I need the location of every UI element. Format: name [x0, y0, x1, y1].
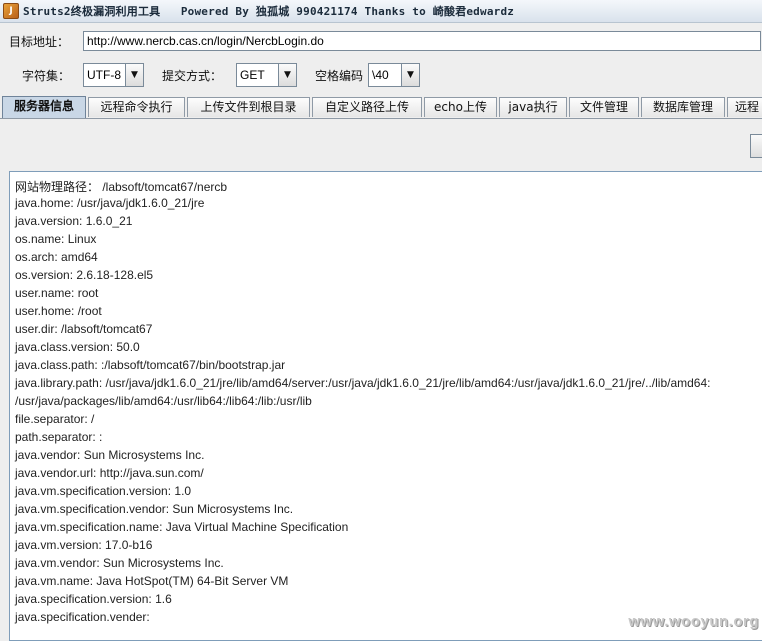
method-value: GET [240, 68, 265, 82]
tab-bar: 服务器信息 远程命令执行 上传文件到根目录 自定义路径上传 echo上传 jav… [0, 96, 762, 118]
method-label: 提交方式： [162, 69, 223, 83]
output-line: java.vm.specification.name: Java Virtual… [15, 520, 349, 534]
tab-java-exec[interactable]: java执行 [499, 97, 567, 117]
output-line: os.version: 2.6.18-128.el5 [15, 268, 154, 282]
chevron-down-icon[interactable]: ▼ [125, 64, 143, 86]
tab-file-manager[interactable]: 文件管理 [569, 97, 639, 117]
chevron-down-icon[interactable]: ▼ [278, 64, 296, 86]
tab-upload-root[interactable]: 上传文件到根目录 [187, 97, 310, 117]
output-line: java.class.path: :/labsoft/tomcat67/bin/… [15, 358, 286, 372]
output-line: java.version: 1.6.0_21 [15, 214, 133, 228]
output-line: java.vendor.url: http://java.sun.com/ [15, 466, 204, 480]
charset-select[interactable]: UTF-8 ▼ [83, 63, 144, 87]
output-line: user.home: /root [15, 304, 102, 318]
output-line: java.library.path: /usr/java/jdk1.6.0_21… [15, 376, 711, 390]
output-line: user.name: root [15, 286, 99, 300]
action-button[interactable] [750, 134, 762, 158]
output-line: java.specification.vender: [15, 610, 150, 624]
tab-divider [0, 118, 762, 119]
output-line: java.specification.version: 1.6 [15, 592, 172, 606]
space-encoding-value: \40 [372, 68, 389, 82]
output-line: java.vm.specification.version: 1.0 [15, 484, 192, 498]
output-line: file.separator: / [15, 412, 95, 426]
chevron-down-icon[interactable]: ▼ [401, 64, 419, 86]
output-line: java.class.version: 50.0 [15, 340, 140, 354]
tab-remote-command[interactable]: 远程命令执行 [88, 97, 185, 117]
java-coffee-icon: J [3, 3, 19, 19]
output-line: java.vm.name: Java HotSpot(TM) 64-Bit Se… [15, 574, 289, 588]
output-line: /usr/java/packages/lib/amd64:/usr/lib64:… [15, 394, 312, 408]
output-line: java.vm.vendor: Sun Microsystems Inc. [15, 556, 224, 570]
output-line: os.arch: amd64 [15, 250, 98, 264]
output-line: os.name: Linux [15, 232, 97, 246]
window-titlebar: J Struts2终极漏洞利用工具 Powered By 独孤城 9904211… [0, 0, 762, 23]
tab-custom-path-upload[interactable]: 自定义路径上传 [312, 97, 422, 117]
watermark: www.wooyun.org [628, 613, 759, 630]
server-info-output[interactable]: 网站物理路径： /labsoft/tomcat67/nercb java.hom… [9, 171, 762, 641]
charset-label: 字符集： [22, 69, 71, 83]
method-select[interactable]: GET ▼ [236, 63, 297, 87]
tab-database-manager[interactable]: 数据库管理 [641, 97, 725, 117]
output-line: java.vm.version: 17.0-b16 [15, 538, 153, 552]
space-encoding-label: 空格编码 [315, 69, 364, 83]
tab-remote-more[interactable]: 远程 [727, 97, 762, 117]
output-line: java.vendor: Sun Microsystems Inc. [15, 448, 205, 462]
output-line: path.separator: : [15, 430, 103, 444]
output-line: user.dir: /labsoft/tomcat67 [15, 322, 153, 336]
window-title: Struts2终极漏洞利用工具 Powered By 独孤城 990421174… [23, 5, 515, 18]
output-line: java.vm.specification.vendor: Sun Micros… [15, 502, 294, 516]
target-url-input[interactable] [83, 31, 761, 51]
target-url-label: 目标地址： [9, 35, 70, 49]
output-line: java.home: /usr/java/jdk1.6.0_21/jre [15, 196, 205, 210]
space-encoding-select[interactable]: \40 ▼ [368, 63, 420, 87]
tab-echo-upload[interactable]: echo上传 [424, 97, 497, 117]
tab-server-info[interactable]: 服务器信息 [2, 96, 86, 118]
output-line: 网站物理路径： /labsoft/tomcat67/nercb [15, 180, 228, 194]
charset-value: UTF-8 [87, 68, 121, 82]
